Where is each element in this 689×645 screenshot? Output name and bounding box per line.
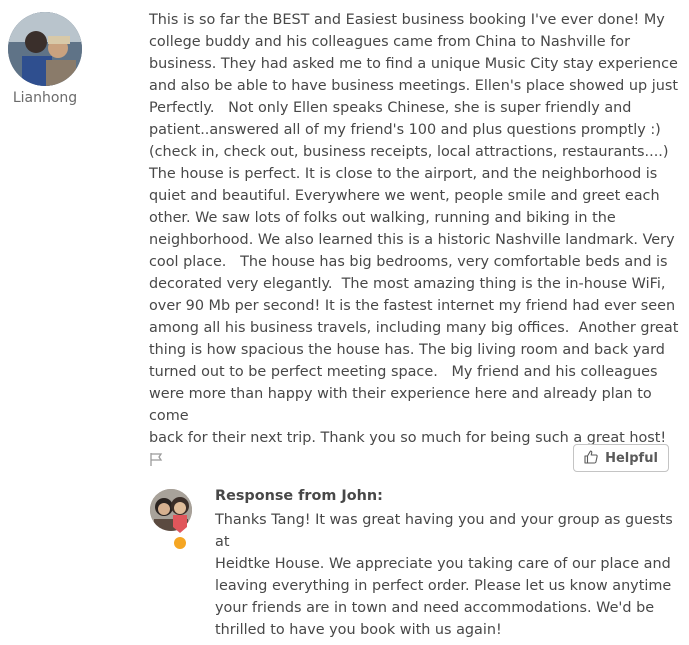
helpful-label: Helpful (605, 450, 658, 466)
review-text: This is so far the BEST and Easiest busi… (149, 12, 679, 446)
flag-icon[interactable] (148, 450, 166, 468)
helpful-button[interactable]: Helpful (573, 444, 669, 472)
superhost-badge-icon (170, 515, 190, 551)
thumbs-up-icon (584, 449, 598, 468)
reviewer-avatar[interactable] (8, 12, 82, 86)
response-text: Thanks Tang! It was great having you and… (215, 512, 673, 638)
reviewer-name[interactable]: Lianhong (0, 90, 90, 106)
response-title: Response from John: (215, 488, 383, 504)
